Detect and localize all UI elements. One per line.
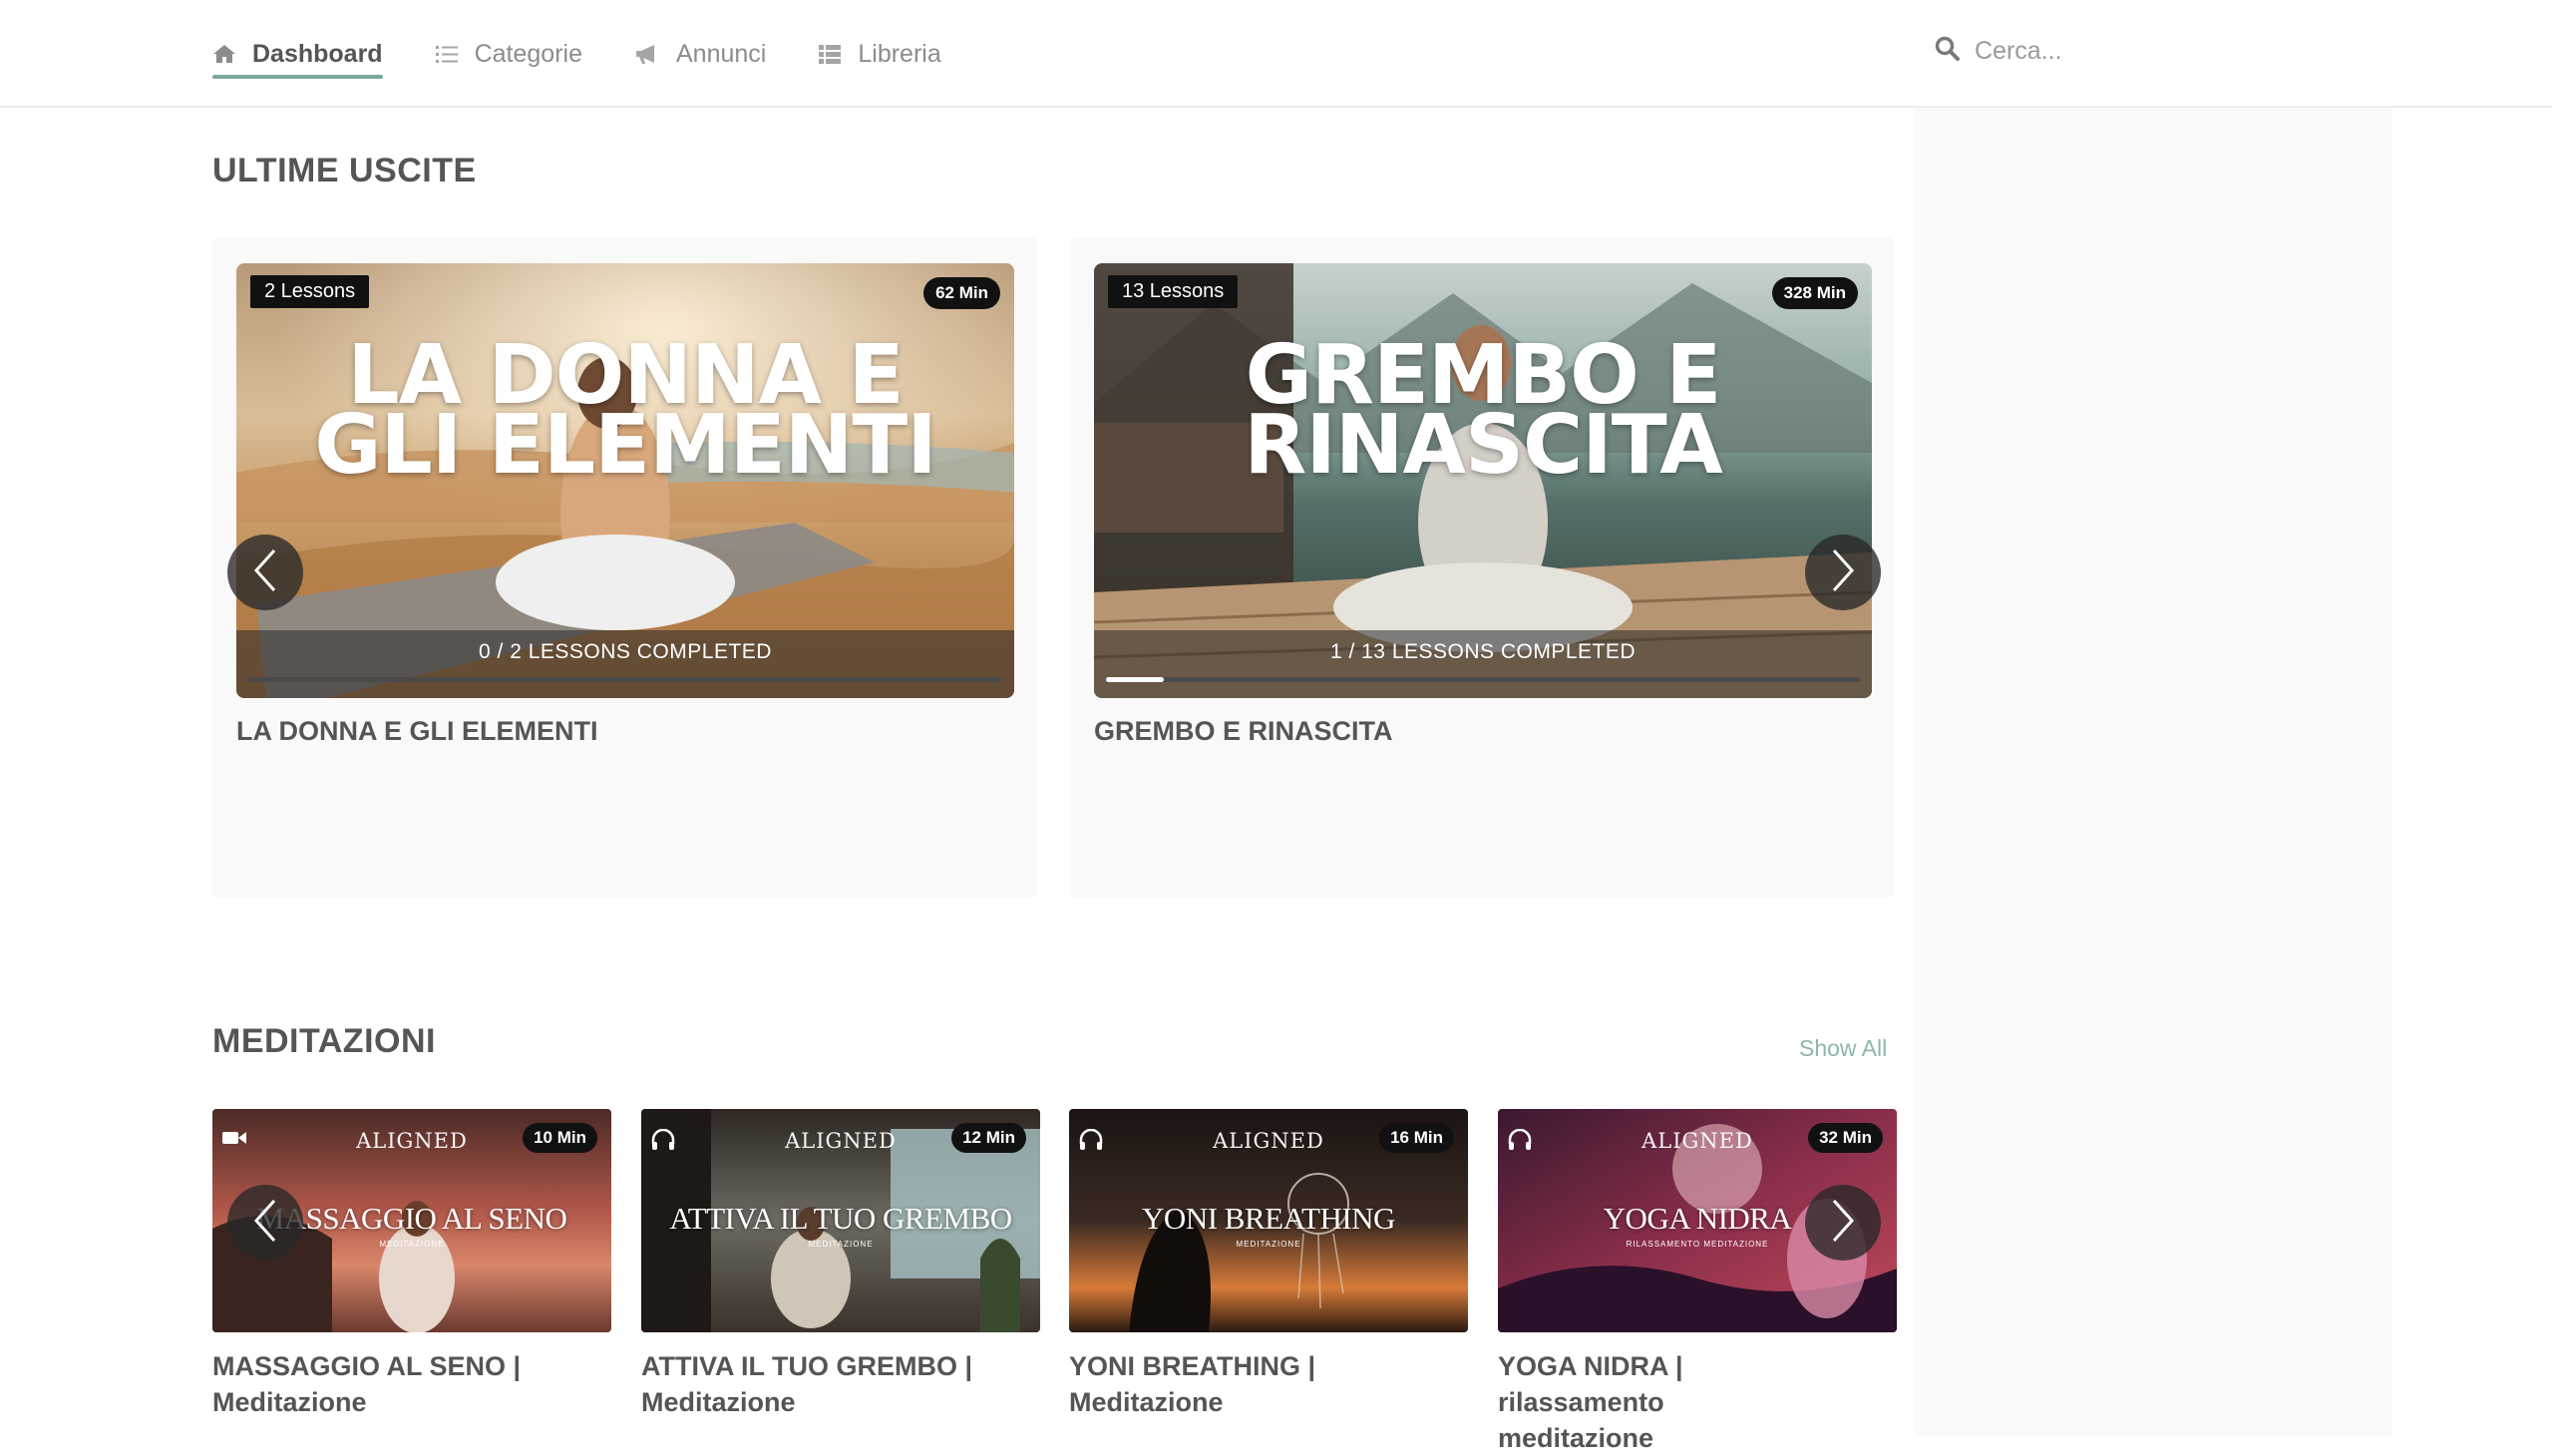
meditation-title-line: Meditazione bbox=[641, 1387, 796, 1417]
meditation-title-line: YOGA NIDRA | bbox=[1498, 1351, 1683, 1381]
duration-badge: 12 Min bbox=[951, 1123, 1026, 1153]
thumbnail-title: GREMBO E RINASCITA bbox=[1094, 335, 1872, 493]
nav-item-label: Annunci bbox=[676, 39, 767, 68]
duration-badge: 328 Min bbox=[1771, 277, 1858, 309]
nav-item-libreria[interactable]: Libreria bbox=[818, 0, 941, 108]
thumbnail-subtitle: MEDITAZIONE bbox=[1236, 1240, 1301, 1249]
meditation-thumbnail[interactable]: ALIGNED ATTIVA IL TUO GREMBO MEDITAZIONE… bbox=[641, 1109, 1040, 1332]
meditation-title-line: Meditazione bbox=[212, 1387, 367, 1417]
chevron-right-icon bbox=[1828, 1198, 1858, 1249]
progress-overlay: 1 / 13 LESSONS COMPLETED bbox=[1094, 630, 1872, 698]
list-icon bbox=[435, 43, 459, 65]
meditation-card[interactable]: ALIGNED YONI BREATHING MEDITAZIONE 16 Mi… bbox=[1069, 1109, 1468, 1420]
course-title[interactable]: LA DONNA E GLI ELEMENTI bbox=[236, 716, 598, 747]
meditations-prev-button[interactable] bbox=[227, 1185, 303, 1261]
meditation-title-line: MASSAGGIO AL SENO | bbox=[212, 1351, 522, 1381]
nav-item-label: Dashboard bbox=[252, 39, 383, 68]
progress-overlay: 0 / 2 LESSONS COMPLETED bbox=[236, 630, 1014, 698]
chevron-left-icon bbox=[250, 547, 280, 598]
show-all-link[interactable]: Show All bbox=[1799, 1035, 1887, 1062]
home-icon bbox=[212, 43, 236, 65]
duration-badge: 16 Min bbox=[1379, 1123, 1454, 1153]
lessons-badge: 13 Lessons bbox=[1108, 275, 1239, 308]
chevron-right-icon bbox=[1828, 547, 1858, 598]
right-sidebar bbox=[1915, 108, 2392, 1436]
search-box bbox=[1935, 36, 2274, 67]
meditation-title-line: ATTIVA IL TUO GREMBO | bbox=[641, 1351, 973, 1381]
course-title[interactable]: GREMBO E RINASCITA bbox=[1094, 716, 1393, 747]
section-title-meditations: MEDITAZIONI bbox=[212, 1022, 436, 1060]
nav-item-annunci[interactable]: Annunci bbox=[634, 0, 766, 108]
thumbnail-title: YONI BREATHING bbox=[1142, 1201, 1395, 1236]
meditation-title-line: rilassamento bbox=[1498, 1387, 1664, 1417]
course-card[interactable]: GREMBO E RINASCITA 13 Lessons 328 Min 1 … bbox=[1070, 237, 1895, 898]
thumbnail-title: ATTIVA IL TUO GREMBO bbox=[669, 1201, 1012, 1236]
thumbnail-title-line: GLI ELEMENTI bbox=[314, 398, 937, 493]
lessons-badge: 2 Lessons bbox=[250, 275, 370, 308]
progress-bar bbox=[248, 677, 1002, 682]
nav-item-label: Categorie bbox=[474, 39, 582, 68]
progress-bar bbox=[1106, 677, 1860, 682]
thumbnail-title-line: RINASCITA bbox=[1244, 398, 1723, 493]
meditation-title[interactable]: YONI BREATHING | Meditazione bbox=[1069, 1348, 1468, 1420]
meditation-title[interactable]: ATTIVA IL TUO GREMBO | Meditazione bbox=[641, 1348, 1040, 1420]
meditation-card[interactable]: ALIGNED ATTIVA IL TUO GREMBO MEDITAZIONE… bbox=[641, 1109, 1040, 1420]
nav-item-label: Libreria bbox=[858, 39, 941, 68]
meditation-title-line: YONI BREATHING | bbox=[1069, 1351, 1316, 1381]
meditation-thumbnail[interactable]: ALIGNED YONI BREATHING MEDITAZIONE 16 Mi… bbox=[1069, 1109, 1468, 1332]
duration-badge: 62 Min bbox=[923, 277, 1000, 309]
search-input[interactable] bbox=[1975, 37, 2274, 66]
carousel-prev-button[interactable] bbox=[227, 535, 303, 610]
main-nav: Dashboard Categorie Annunci Libreria bbox=[212, 0, 993, 108]
nav-item-categorie[interactable]: Categorie bbox=[435, 0, 582, 108]
thumbnail-subtitle: MEDITAZIONE bbox=[808, 1240, 874, 1249]
thumbnail-title: LA DONNA E GLI ELEMENTI bbox=[236, 335, 1014, 493]
meditation-title-line: Meditazione bbox=[1069, 1387, 1224, 1417]
course-thumbnail[interactable]: GREMBO E RINASCITA 13 Lessons 328 Min 1 … bbox=[1094, 263, 1872, 698]
course-thumbnail[interactable]: LA DONNA E GLI ELEMENTI 2 Lessons 62 Min… bbox=[236, 263, 1014, 698]
duration-badge: 10 Min bbox=[523, 1123, 597, 1153]
meditation-card[interactable]: ALIGNED YOGA NIDRA RILASSAMENTO MEDITAZI… bbox=[1498, 1109, 1897, 1456]
meditation-title[interactable]: YOGA NIDRA | rilassamento meditazione bbox=[1498, 1348, 1897, 1456]
duration-badge: 32 Min bbox=[1808, 1123, 1883, 1153]
megaphone-icon bbox=[634, 43, 660, 65]
progress-text: 1 / 13 LESSONS COMPLETED bbox=[1329, 640, 1637, 663]
nav-item-dashboard[interactable]: Dashboard bbox=[212, 0, 383, 108]
meditation-card[interactable]: ALIGNED MASSAGGIO AL SENO MEDITAZIONE 10… bbox=[212, 1109, 611, 1420]
meditation-title[interactable]: MASSAGGIO AL SENO | Meditazione bbox=[212, 1348, 611, 1420]
course-card[interactable]: LA DONNA E GLI ELEMENTI 2 Lessons 62 Min… bbox=[212, 237, 1037, 898]
meditation-title-line: meditazione bbox=[1498, 1423, 1654, 1453]
chevron-left-icon bbox=[250, 1198, 280, 1249]
section-title-latest: ULTIME USCITE bbox=[212, 152, 477, 189]
carousel-next-button[interactable] bbox=[1805, 535, 1881, 610]
progress-text: 0 / 2 LESSONS COMPLETED bbox=[479, 640, 772, 663]
top-navigation-bar: Dashboard Categorie Annunci Libreria bbox=[0, 0, 2552, 108]
meditations-next-button[interactable] bbox=[1805, 1185, 1881, 1261]
progress-bar-fill bbox=[1106, 677, 1165, 682]
grid-list-icon bbox=[818, 43, 842, 65]
search-icon[interactable] bbox=[1935, 36, 1961, 67]
